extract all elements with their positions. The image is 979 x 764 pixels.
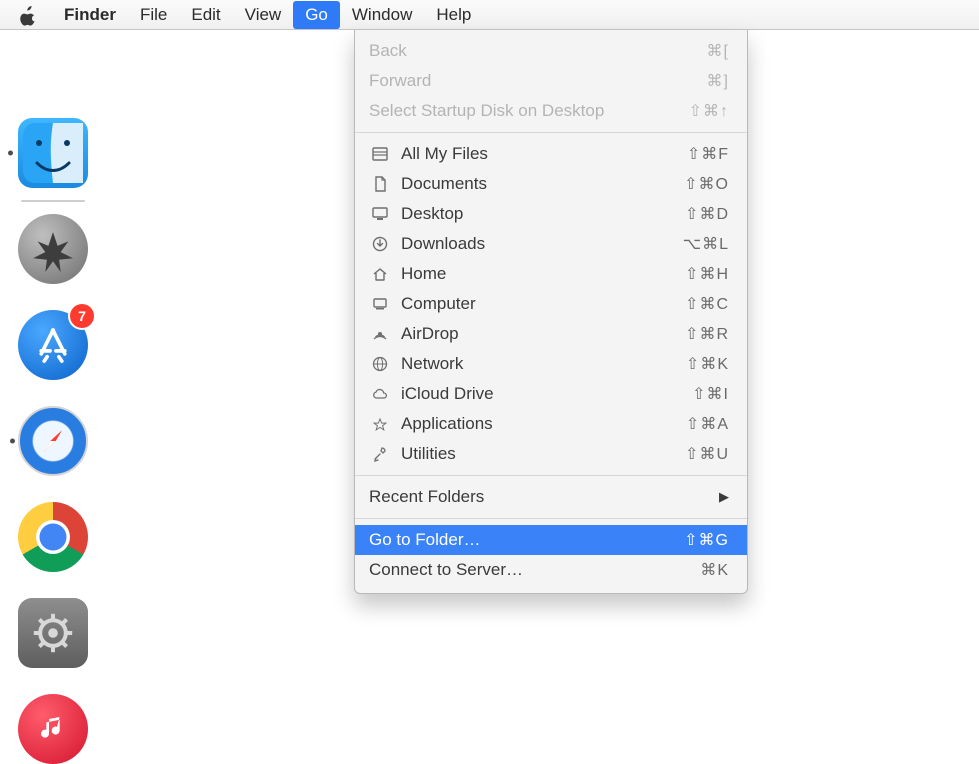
menu-separator [355,132,747,133]
menu-item-shortcut: ⇧⌘H [685,264,729,284]
menu-item-label: Select Startup Disk on Desktop [369,101,689,121]
menu-item-label: Go to Folder… [369,530,684,550]
menu-item-label: Network [401,354,686,374]
menu-item-applications[interactable]: Applications ⇧⌘A [355,409,747,439]
go-menu-dropdown: Back ⌘[ Forward ⌘] Select Startup Disk o… [354,30,748,594]
menu-item-label: Documents [401,174,684,194]
running-indicator-icon [8,151,13,156]
menu-item-all-my-files[interactable]: All My Files ⇧⌘F [355,139,747,169]
menu-item-back: Back ⌘[ [355,36,747,66]
dock-item-finder[interactable] [18,118,88,188]
menu-item-label: Computer [401,294,685,314]
menu-item-shortcut: ⌘] [707,71,729,91]
menu-item-label: Connect to Server… [369,560,700,580]
submenu-arrow-icon: ▶ [719,489,729,505]
all-my-files-icon [369,145,391,163]
desktop-icon [369,205,391,223]
menu-item-startup-disk: Select Startup Disk on Desktop ⇧⌘↑ [355,96,747,126]
menu-item-label: AirDrop [401,324,685,344]
menu-item-shortcut: ⌥⌘L [683,234,729,254]
menu-item-utilities[interactable]: Utilities ⇧⌘U [355,439,747,469]
dock-item-launchpad[interactable] [18,214,88,284]
menu-item-go-to-folder[interactable]: Go to Folder… ⇧⌘G [355,525,747,555]
menu-item-label: Desktop [401,204,685,224]
downloads-icon [369,235,391,253]
menu-item-shortcut: ⇧⌘R [685,324,729,344]
menu-item-shortcut: ⇧⌘O [684,174,729,194]
menu-item-shortcut: ⇧⌘C [685,294,729,314]
menu-item-label: All My Files [401,144,687,164]
dock-separator [21,200,85,202]
menu-item-shortcut: ⇧⌘↑ [689,101,729,121]
menu-item-recent-folders[interactable]: Recent Folders ▶ [355,482,747,512]
dock-item-chrome[interactable] [18,502,88,572]
menu-item-label: Home [401,264,685,284]
menu-item-shortcut: ⇧⌘I [692,384,729,404]
dock-item-system-preferences[interactable] [18,598,88,668]
menubar-item-window[interactable]: Window [340,1,424,29]
menu-item-label: Applications [401,414,686,434]
documents-icon [369,175,391,193]
menu-item-shortcut: ⌘[ [707,41,729,61]
menubar-item-view[interactable]: View [233,1,294,29]
menubar-item-edit[interactable]: Edit [179,1,232,29]
menu-separator [355,518,747,519]
network-icon [369,355,391,373]
menubar: Finder File Edit View Go Window Help [0,0,979,30]
dock-item-itunes[interactable] [18,694,88,764]
menu-item-shortcut: ⇧⌘K [686,354,729,374]
menu-item-label: Recent Folders [369,487,719,507]
menu-item-desktop[interactable]: Desktop ⇧⌘D [355,199,747,229]
menu-item-home[interactable]: Home ⇧⌘H [355,259,747,289]
applications-icon [369,415,391,433]
menu-item-label: Forward [369,71,707,91]
menu-separator [355,475,747,476]
menu-item-computer[interactable]: Computer ⇧⌘C [355,289,747,319]
menu-item-shortcut: ⌘K [700,560,729,580]
running-indicator-icon [10,439,15,444]
menu-item-icloud[interactable]: iCloud Drive ⇧⌘I [355,379,747,409]
menu-item-downloads[interactable]: Downloads ⌥⌘L [355,229,747,259]
menu-item-airdrop[interactable]: AirDrop ⇧⌘R [355,319,747,349]
airdrop-icon [369,325,391,343]
menubar-item-finder[interactable]: Finder [52,1,128,29]
icloud-icon [369,385,391,403]
utilities-icon [369,445,391,463]
menubar-item-file[interactable]: File [128,1,179,29]
menu-item-shortcut: ⇧⌘D [685,204,729,224]
dock: 7 [14,118,92,764]
menu-item-connect-to-server[interactable]: Connect to Server… ⌘K [355,555,747,585]
menu-item-label: iCloud Drive [401,384,692,404]
dock-item-safari[interactable] [18,406,88,476]
menu-item-shortcut: ⇧⌘U [685,444,729,464]
menu-item-documents[interactable]: Documents ⇧⌘O [355,169,747,199]
menu-item-label: Downloads [401,234,683,254]
dock-item-appstore[interactable]: 7 [18,310,88,380]
computer-icon [369,295,391,313]
menu-item-label: Back [369,41,707,61]
menu-item-forward: Forward ⌘] [355,66,747,96]
menubar-item-go[interactable]: Go [293,1,340,29]
menu-item-shortcut: ⇧⌘A [686,414,729,434]
menu-item-shortcut: ⇧⌘F [687,144,729,164]
menu-item-network[interactable]: Network ⇧⌘K [355,349,747,379]
dock-badge: 7 [70,304,94,328]
home-icon [369,265,391,283]
menubar-item-help[interactable]: Help [424,1,483,29]
menu-item-shortcut: ⇧⌘G [684,530,729,550]
apple-logo-icon[interactable] [20,6,38,24]
menu-item-label: Utilities [401,444,685,464]
